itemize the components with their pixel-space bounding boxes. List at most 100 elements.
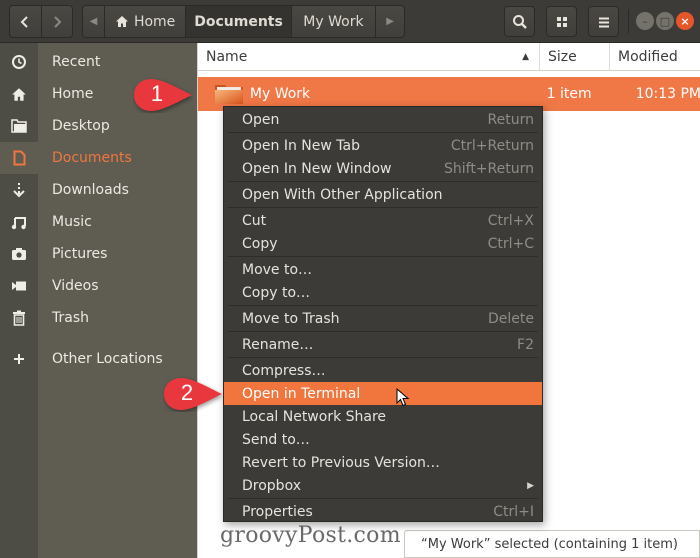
clock-icon: [0, 54, 38, 70]
sidebar-item-other-locations[interactable]: Other Locations: [0, 343, 197, 375]
home-icon: [0, 87, 38, 102]
callout-step-2: 2: [163, 376, 223, 412]
context-menu: Open Return Open In New Tab Ctrl+Return Op…: [223, 106, 543, 522]
sidebar-item-label: Trash: [52, 310, 89, 326]
breadcrumb-my-work[interactable]: My Work: [292, 6, 377, 37]
menu-item-label: Copy: [242, 235, 278, 252]
navigation-buttons: [9, 5, 73, 38]
plus-icon: [0, 353, 38, 365]
menu-item-shortcut: Delete: [488, 310, 534, 327]
menu-item-local-network-share[interactable]: Local Network Share: [224, 405, 542, 428]
minimize-icon: –: [642, 14, 648, 28]
menu-item-open-in-new-window[interactable]: Open In New Window Shift+Return: [224, 157, 542, 180]
trash-icon: [0, 310, 38, 326]
mouse-pointer-icon: [396, 388, 410, 407]
column-header-modified[interactable]: Modified: [610, 43, 700, 70]
view-toggle-button[interactable]: [546, 6, 577, 37]
sidebar-item-downloads[interactable]: Downloads: [0, 174, 197, 206]
sidebar-item-documents[interactable]: Documents: [0, 142, 197, 174]
menu-item-label: Local Network Share: [242, 408, 387, 425]
menu-item-shortcut: Ctrl+I: [493, 503, 534, 520]
sidebar-item-videos[interactable]: Videos: [0, 270, 197, 302]
breadcrumb: ◀ Home Documents My Work ▶: [82, 5, 405, 38]
forward-button[interactable]: [40, 6, 73, 37]
sidebar-item-label: Downloads: [52, 182, 129, 198]
menu-item-shortcut: Ctrl+X: [487, 212, 534, 229]
menu-item-send-to[interactable]: Send to…: [224, 428, 542, 451]
menu-item-label: Open With Other Application: [242, 186, 443, 203]
header-bar: ◀ Home Documents My Work ▶ – □ ×: [0, 0, 700, 43]
menu-separator: [224, 304, 542, 307]
menu-item-rename[interactable]: Rename… F2: [224, 333, 542, 356]
menu-item-dropbox[interactable]: Dropbox ▶: [224, 474, 542, 497]
breadcrumb-documents-label: Documents: [194, 13, 283, 30]
menu-item-copy[interactable]: Copy Ctrl+C: [224, 232, 542, 255]
sidebar-item-label: Other Locations: [52, 351, 163, 367]
menu-item-shortcut: Return: [487, 111, 534, 128]
sidebar: Recent Home Desktop Documents Downloads …: [0, 43, 197, 558]
menu-item-label: Dropbox: [242, 477, 301, 494]
maximize-button[interactable]: □: [656, 12, 674, 30]
menu-item-shortcut: Shift+Return: [443, 160, 534, 177]
menu-item-properties[interactable]: Properties Ctrl+I: [224, 500, 542, 523]
menu-separator: [224, 131, 542, 134]
sidebar-item-label: Home: [52, 86, 94, 102]
status-bar: “My Work” selected (containing 1 item): [404, 530, 700, 558]
close-icon: ×: [680, 14, 690, 28]
breadcrumb-scroll-right[interactable]: ▶: [376, 6, 404, 37]
submenu-arrow-icon: ▶: [527, 480, 534, 491]
search-button[interactable]: [504, 6, 535, 37]
menu-separator: [224, 356, 542, 359]
back-button[interactable]: [10, 6, 41, 37]
app-menu-button[interactable]: [588, 6, 619, 37]
menu-item-label: Compress…: [242, 362, 326, 379]
menu-item-label: Send to…: [242, 431, 310, 448]
sidebar-item-label: Documents: [52, 150, 132, 166]
column-header-name[interactable]: Name ▲: [198, 43, 540, 70]
sidebar-item-pictures[interactable]: Pictures: [0, 238, 197, 270]
column-modified-label: Modified: [618, 48, 678, 65]
sidebar-item-desktop[interactable]: Desktop: [0, 110, 197, 142]
sidebar-item-music[interactable]: Music: [0, 206, 197, 238]
chevron-right-icon: [54, 15, 62, 28]
music-icon: [0, 215, 38, 230]
menu-item-open-in-terminal[interactable]: Open in Terminal: [224, 382, 542, 405]
menu-item-revert-to-previous-version[interactable]: Revert to Previous Version…: [224, 451, 542, 474]
breadcrumb-scroll-left[interactable]: ◀: [83, 6, 105, 37]
menu-item-move-to-trash[interactable]: Move to Trash Delete: [224, 307, 542, 330]
menu-item-open-in-new-tab[interactable]: Open In New Tab Ctrl+Return: [224, 134, 542, 157]
menu-item-label: Move to Trash: [242, 310, 340, 327]
menu-item-move-to[interactable]: Move to…: [224, 258, 542, 281]
sidebar-item-trash[interactable]: Trash: [0, 302, 197, 334]
menu-item-shortcut: F2: [517, 336, 534, 353]
document-icon: [0, 142, 38, 174]
download-icon: [0, 182, 38, 198]
menu-item-label: Open In New Window: [242, 160, 392, 177]
file-modified: 10:13 PM: [635, 86, 700, 102]
menu-item-label: Move to…: [242, 261, 313, 278]
menu-item-shortcut: Ctrl+Return: [450, 137, 534, 154]
column-name-label: Name: [206, 48, 248, 65]
menu-item-label: Revert to Previous Version…: [242, 454, 440, 471]
menu-item-cut[interactable]: Cut Ctrl+X: [224, 209, 542, 232]
menu-item-copy-to[interactable]: Copy to…: [224, 281, 542, 304]
search-icon: [512, 14, 527, 29]
callout-step-1: 1: [133, 77, 193, 113]
menu-item-label: Copy to…: [242, 284, 311, 301]
grid-view-icon: [556, 16, 567, 27]
close-button[interactable]: ×: [676, 12, 694, 30]
menu-item-open[interactable]: Open Return: [224, 108, 542, 131]
breadcrumb-documents[interactable]: Documents: [186, 6, 292, 37]
menu-item-open-with-other-application[interactable]: Open With Other Application: [224, 183, 542, 206]
folder-icon: [0, 119, 38, 133]
menu-item-compress[interactable]: Compress…: [224, 359, 542, 382]
minimize-button[interactable]: –: [636, 12, 654, 30]
menu-separator: [224, 255, 542, 258]
sidebar-item-label: Recent: [52, 54, 101, 70]
file-size: 1 item: [546, 86, 592, 102]
menu-separator: [224, 330, 542, 333]
column-header-size[interactable]: Size: [540, 43, 610, 70]
breadcrumb-home[interactable]: Home: [105, 6, 187, 37]
callout-number: 2: [180, 380, 194, 405]
sidebar-item-recent[interactable]: Recent: [0, 46, 197, 78]
